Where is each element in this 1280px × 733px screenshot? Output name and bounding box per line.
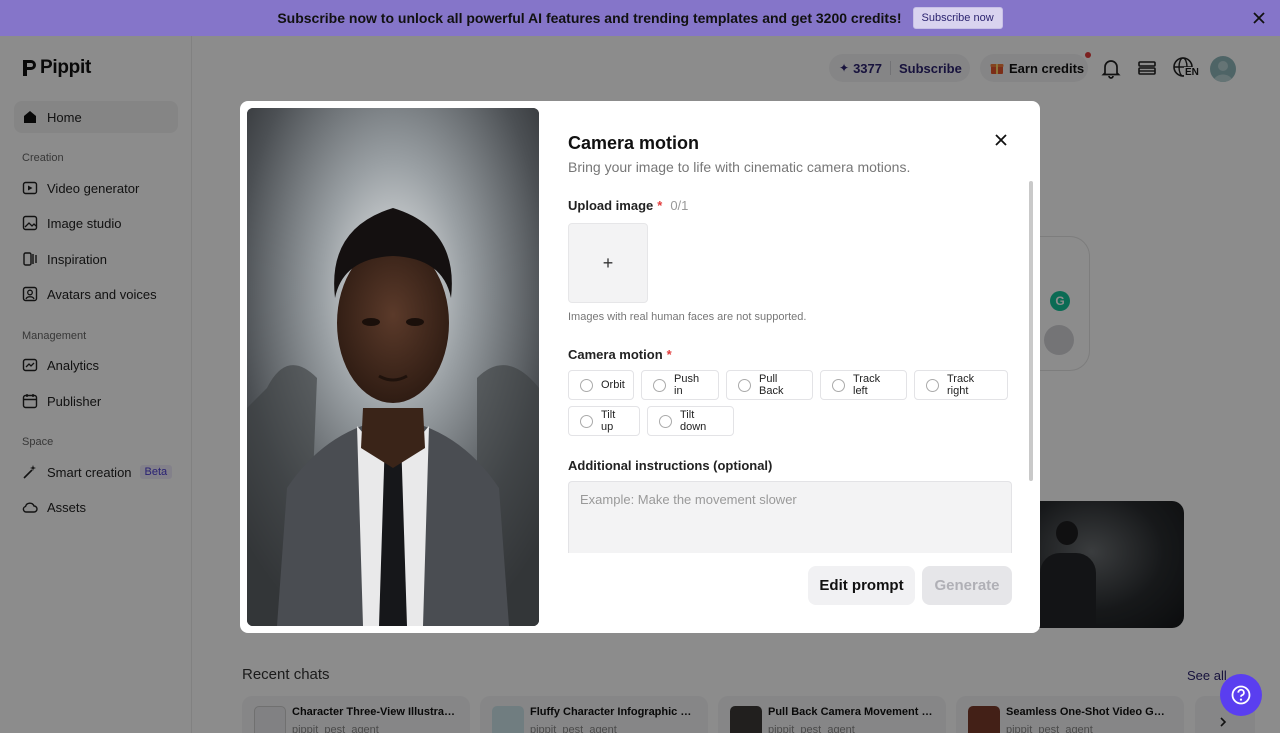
- motion-option-tilt-up[interactable]: Tilt up: [568, 406, 640, 436]
- motion-option-label: Track right: [947, 373, 975, 397]
- instructions-input[interactable]: Example: Make the movement slower: [568, 481, 1012, 553]
- camera-motion-label-text: Camera motion: [568, 347, 663, 362]
- motion-option-label: Orbit: [601, 379, 625, 391]
- banner-text: Subscribe now to unlock all powerful AI …: [277, 10, 902, 26]
- edit-prompt-button[interactable]: Edit prompt: [808, 566, 915, 605]
- help-button[interactable]: [1220, 674, 1262, 716]
- portrait-illustration: [247, 108, 539, 626]
- subscribe-banner: Subscribe now to unlock all powerful AI …: [0, 0, 1280, 36]
- motion-option-label: Tilt up: [601, 409, 616, 433]
- upload-hint: Images with real human faces are not sup…: [568, 311, 807, 323]
- radio-icon: [832, 378, 845, 392]
- required-mark: *: [666, 347, 672, 362]
- upload-label-text: Upload image: [568, 198, 654, 213]
- upload-image-button[interactable]: +: [568, 223, 648, 303]
- motion-option-push-in[interactable]: Push in: [641, 370, 719, 400]
- radio-icon: [653, 378, 666, 392]
- camera-motion-label: Camera motion *: [568, 347, 672, 362]
- plus-icon: +: [602, 252, 614, 273]
- motion-option-track-right[interactable]: Track right: [914, 370, 1008, 400]
- close-icon[interactable]: [1250, 9, 1268, 27]
- upload-count: 0/1: [670, 198, 689, 213]
- dialog-scrollbar[interactable]: [1029, 181, 1033, 481]
- dialog-title: Camera motion: [568, 133, 700, 153]
- radio-icon: [738, 378, 751, 392]
- required-mark: *: [657, 198, 663, 213]
- radio-icon: [926, 378, 939, 392]
- motion-option-pull-back[interactable]: Pull Back: [726, 370, 813, 400]
- question-icon: [1231, 685, 1251, 705]
- banner-subscribe-button[interactable]: Subscribe now: [912, 7, 1003, 29]
- upload-image-label: Upload image * 0/1: [568, 198, 688, 213]
- camera-motion-dialog: Camera motion Bring your image to life w…: [240, 101, 1040, 633]
- radio-icon: [580, 414, 593, 428]
- radio-icon: [580, 378, 593, 392]
- motion-option-label: Tilt down: [680, 409, 707, 433]
- motion-option-track-left[interactable]: Track left: [820, 370, 907, 400]
- motion-option-label: Push in: [674, 373, 700, 397]
- preview-image: [247, 108, 539, 626]
- motion-option-label: Track left: [853, 373, 881, 397]
- radio-icon: [659, 414, 672, 428]
- motion-option-orbit[interactable]: Orbit: [568, 370, 634, 400]
- dialog-subtitle: Bring your image to life with cinematic …: [568, 159, 911, 175]
- motion-option-tilt-down[interactable]: Tilt down: [647, 406, 734, 436]
- generate-button[interactable]: Generate: [922, 566, 1012, 605]
- instructions-label: Additional instructions (optional): [568, 458, 773, 473]
- close-icon[interactable]: [992, 131, 1010, 149]
- motion-option-label: Pull Back: [759, 373, 784, 397]
